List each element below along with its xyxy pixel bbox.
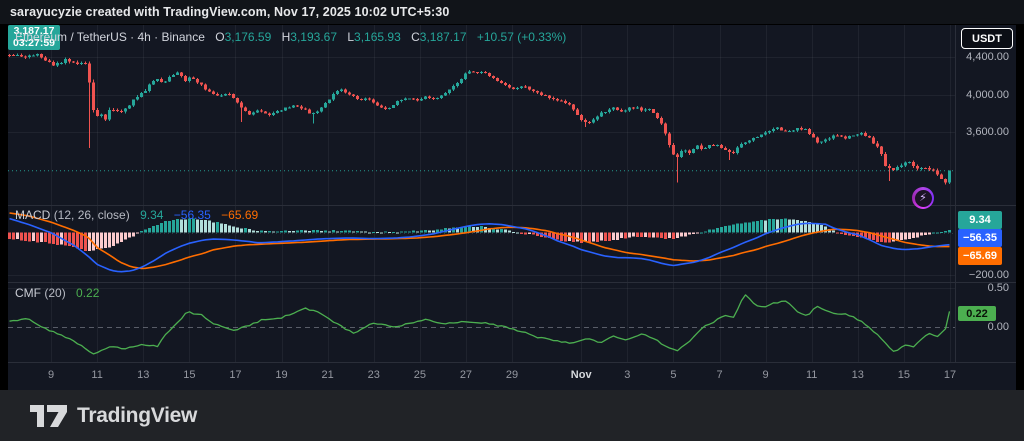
macd-axis-label: −200.00 <box>955 269 1009 281</box>
time-axis-label[interactable]: 29 <box>506 369 518 381</box>
cmf-params: (20) <box>44 286 65 300</box>
low-value: 3,165.93 <box>354 30 401 44</box>
macd-legend: MACD (12, 26, close) 9.34 −56.35 −65.69 <box>15 208 258 222</box>
main-legend: Ethereum / TetherUS · 4h · Binance O3,17… <box>15 30 566 44</box>
time-axis-label[interactable]: 5 <box>670 369 676 381</box>
pane-divider-macd[interactable] <box>8 205 1016 206</box>
cmf-value-badge: 0.22 <box>958 306 996 321</box>
macd-hist-value: 9.34 <box>140 208 163 222</box>
currency-button[interactable]: USDT <box>961 28 1013 49</box>
price-axis-label: 3,600.00 <box>955 126 1009 138</box>
cmf-legend: CMF (20) 0.22 <box>15 286 99 300</box>
open-value: 3,176.59 <box>225 30 272 44</box>
macd-value-badge: −56.35 <box>958 229 1002 247</box>
cmf-value: 0.22 <box>76 286 99 300</box>
tradingview-logo-text[interactable]: TradingView <box>77 404 197 428</box>
change-value: +10.57 (+0.33%) <box>477 30 566 44</box>
time-axis-label[interactable]: 9 <box>763 369 769 381</box>
attribution-bar: sarayucyzie created with TradingView.com… <box>0 0 1024 25</box>
time-axis-label[interactable]: 25 <box>414 369 426 381</box>
time-axis-label[interactable]: 23 <box>368 369 380 381</box>
macd-params: (12, 26, close) <box>54 208 130 222</box>
pane-divider-cmf[interactable] <box>8 282 1016 283</box>
price-axis-label: 4,000.00 <box>955 89 1009 101</box>
time-axis-label[interactable]: 15 <box>183 369 195 381</box>
macd-line-value: −56.35 <box>174 208 211 222</box>
time-axis-label[interactable]: 7 <box>716 369 722 381</box>
attribution-text: sarayucyzie created with TradingView.com… <box>10 5 449 19</box>
symbol-title[interactable]: Ethereum / TetherUS · 4h · Binance <box>15 30 205 44</box>
close-label: C <box>411 30 420 44</box>
high-label: H <box>282 30 291 44</box>
price-axis-label: 4,400.00 <box>955 51 1009 63</box>
time-axis-label[interactable]: 13 <box>137 369 149 381</box>
chart-widget[interactable]: Ethereum / TetherUS · 4h · Binance O3,17… <box>8 25 1016 390</box>
tradingview-logo-icon[interactable] <box>30 404 68 428</box>
time-axis-label[interactable]: 17 <box>944 369 956 381</box>
close-value: 3,187.17 <box>420 30 467 44</box>
time-axis-label[interactable]: 17 <box>229 369 241 381</box>
time-axis-divider <box>8 362 1016 363</box>
time-axis-label[interactable]: 27 <box>460 369 472 381</box>
flash-icon[interactable]: ⚡ <box>912 187 934 209</box>
cmf-axis-label: 0.50 <box>955 282 1009 294</box>
lightning-icon: ⚡ <box>915 190 932 207</box>
macd-title[interactable]: MACD <box>15 208 50 222</box>
bottom-strip: TradingView <box>0 390 1024 441</box>
time-axis-label[interactable]: Nov <box>571 369 592 381</box>
time-axis-label[interactable]: 11 <box>91 369 102 381</box>
time-axis-label[interactable]: 9 <box>48 369 54 381</box>
time-axis-label[interactable]: 11 <box>806 369 817 381</box>
time-axis-label[interactable]: 21 <box>322 369 334 381</box>
macd-signal-value: −65.69 <box>221 208 258 222</box>
macd-value-badge: −65.69 <box>958 247 1002 265</box>
open-label: O <box>215 30 224 44</box>
time-axis-label[interactable]: 13 <box>852 369 864 381</box>
time-axis-label[interactable]: 15 <box>898 369 910 381</box>
price-axis-divider <box>955 25 956 362</box>
high-value: 3,193.67 <box>290 30 337 44</box>
time-axis-label[interactable]: 3 <box>624 369 630 381</box>
time-axis-label[interactable]: 19 <box>275 369 287 381</box>
macd-value-badge: 9.34 <box>958 211 1002 229</box>
cmf-axis-label: 0.00 <box>955 321 1009 333</box>
cmf-title[interactable]: CMF <box>15 286 41 300</box>
